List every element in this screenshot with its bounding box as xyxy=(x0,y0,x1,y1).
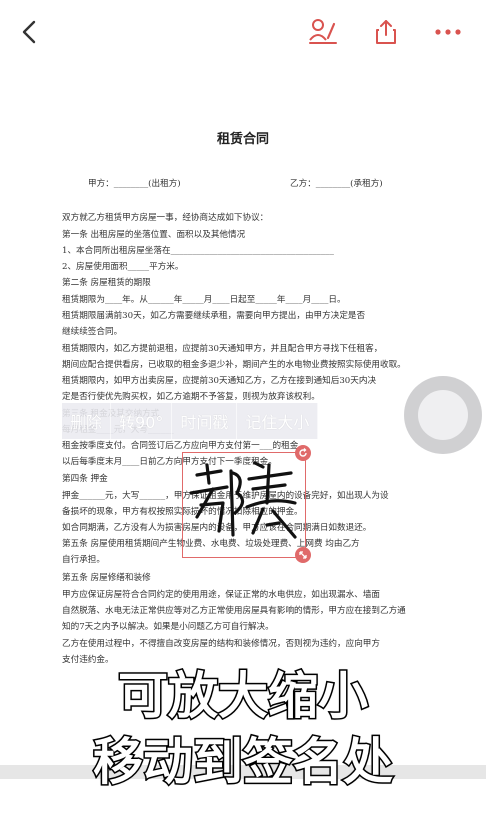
more-dots-icon[interactable] xyxy=(430,14,466,50)
caption-line-2: 移动到签名处 xyxy=(92,733,395,792)
caption-line-1: 可放大缩小 xyxy=(117,667,370,726)
signature-box[interactable]: 郝寒 xyxy=(182,445,311,563)
doc-line: 甲方应保证房屋符合合同约定的使用用途，保证正常的水电供应，如出现漏水、墙面 xyxy=(62,590,380,600)
doc-line: 继续续签合同。 xyxy=(62,327,123,337)
doc-line: 乙方在使用过程中，不得擅自改变房屋的结构和装修情况，否则视为违约，应向甲方 xyxy=(62,639,380,649)
doc-line: 第二条 房屋租赁的期限 xyxy=(62,278,151,288)
doc-line: 支付违约金。 xyxy=(62,655,114,665)
doc-line: 租赁期限为____年。从______年_____月____日起至_____年__… xyxy=(62,295,346,305)
rotate-button[interactable]: 转90° xyxy=(111,403,173,439)
doc-line: 期间应配合提供看房，已收取的租金多退少补，期间产生的水电物业费按照实际使用收取。 xyxy=(62,360,406,370)
assistive-touch-button[interactable] xyxy=(404,376,482,454)
document-title: 租赁合同 xyxy=(216,132,269,147)
delete-button[interactable]: 删除 xyxy=(62,403,112,439)
party-b-line: 乙方：________(承租方) xyxy=(290,179,383,189)
remember-size-button[interactable]: 记住大小 xyxy=(237,403,319,439)
assistive-touch-inner xyxy=(418,390,468,440)
refresh-icon[interactable] xyxy=(295,445,311,461)
timestamp-button[interactable]: 时间戳 xyxy=(172,403,238,439)
chevron-left-icon[interactable] xyxy=(12,14,48,50)
doc-line: 租赁期限内，如甲方出卖房屋，应提前30天通知乙方，乙方在接到通知后30天内决 xyxy=(62,376,377,386)
top-toolbar xyxy=(0,0,486,63)
signature-toolbar: 删除 转90° 时间戳 记住大小 xyxy=(62,403,319,439)
doc-line: 租赁期限届满前30天，如乙方需要继续承租，需要向甲方提出，由甲方决定是否 xyxy=(62,311,366,321)
resize-icon[interactable] xyxy=(295,547,311,563)
doc-line: 租金按季度支付。合同签订后乙方应向甲方支付第一___的租金。 xyxy=(62,441,307,451)
doc-line: 定是否行使优先购买权，如乙方逾期不予答复，则视为放弃该权利。 xyxy=(62,392,320,402)
doc-line: 知的7天之内予以解决。如果是小问题乙方可自行解决。 xyxy=(62,622,274,632)
doc-line: 第五条 房屋修缮和装修 xyxy=(62,573,151,583)
signature-person-icon[interactable] xyxy=(305,14,341,50)
doc-line: 双方就乙方租赁甲方房屋一事，经协商达成如下协议： xyxy=(62,213,269,223)
doc-line: 自然脱落、水电无法正常供应等对乙方正常使用房屋具有影响的情形，甲方应在接到乙方通 xyxy=(62,606,406,616)
doc-line: 第一条 出租房屋的坐落位置、面积以及其他情况 xyxy=(62,230,246,240)
doc-line: 1、本合同所出租房屋坐落在___________________________… xyxy=(62,246,334,256)
handwritten-signature: 郝寒 xyxy=(189,461,297,539)
doc-line: 租赁期限内，如乙方提前退租，应提前30天通知甲方，并且配合甲方寻找下任租客， xyxy=(62,344,383,354)
share-icon[interactable] xyxy=(368,14,404,50)
doc-line: 2、房屋使用面积_____平方米。 xyxy=(62,262,184,272)
